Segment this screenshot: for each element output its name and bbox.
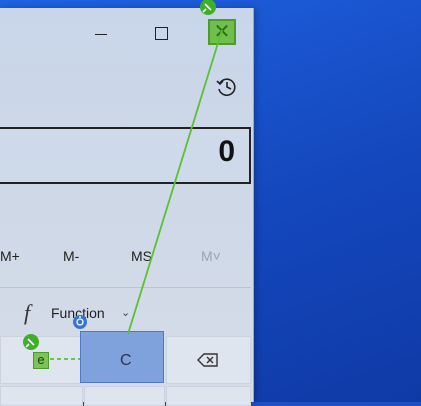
function-label: Function	[51, 305, 105, 321]
backspace-icon	[197, 353, 218, 367]
function-dropdown[interactable]: f Function ⌄	[0, 287, 251, 336]
maximize-button[interactable]	[148, 22, 174, 44]
memory-add-button[interactable]: M+	[0, 248, 20, 264]
memory-store-button[interactable]: MS	[131, 248, 152, 264]
display-value: 0	[218, 135, 235, 168]
e-key-label: e	[33, 352, 49, 369]
history-button[interactable]	[214, 74, 240, 100]
key-row2-2[interactable]	[84, 386, 165, 406]
key-row2-3[interactable]	[166, 386, 251, 406]
close-icon: ✕	[213, 21, 231, 43]
function-glyph: f	[24, 300, 31, 325]
minimize-button[interactable]	[88, 22, 114, 44]
chevron-down-icon: ⌄	[121, 307, 131, 319]
result-display: 0	[0, 127, 251, 184]
memory-subtract-button[interactable]: M-	[63, 248, 79, 264]
key-row2-1[interactable]	[0, 386, 83, 406]
close-button[interactable]: ✕	[208, 19, 236, 45]
memory-recall-button[interactable]: M˅	[201, 248, 221, 264]
maximize-icon	[154, 26, 168, 40]
history-icon	[216, 78, 236, 96]
clear-key-label: C	[120, 352, 132, 369]
minimize-icon	[95, 33, 107, 35]
